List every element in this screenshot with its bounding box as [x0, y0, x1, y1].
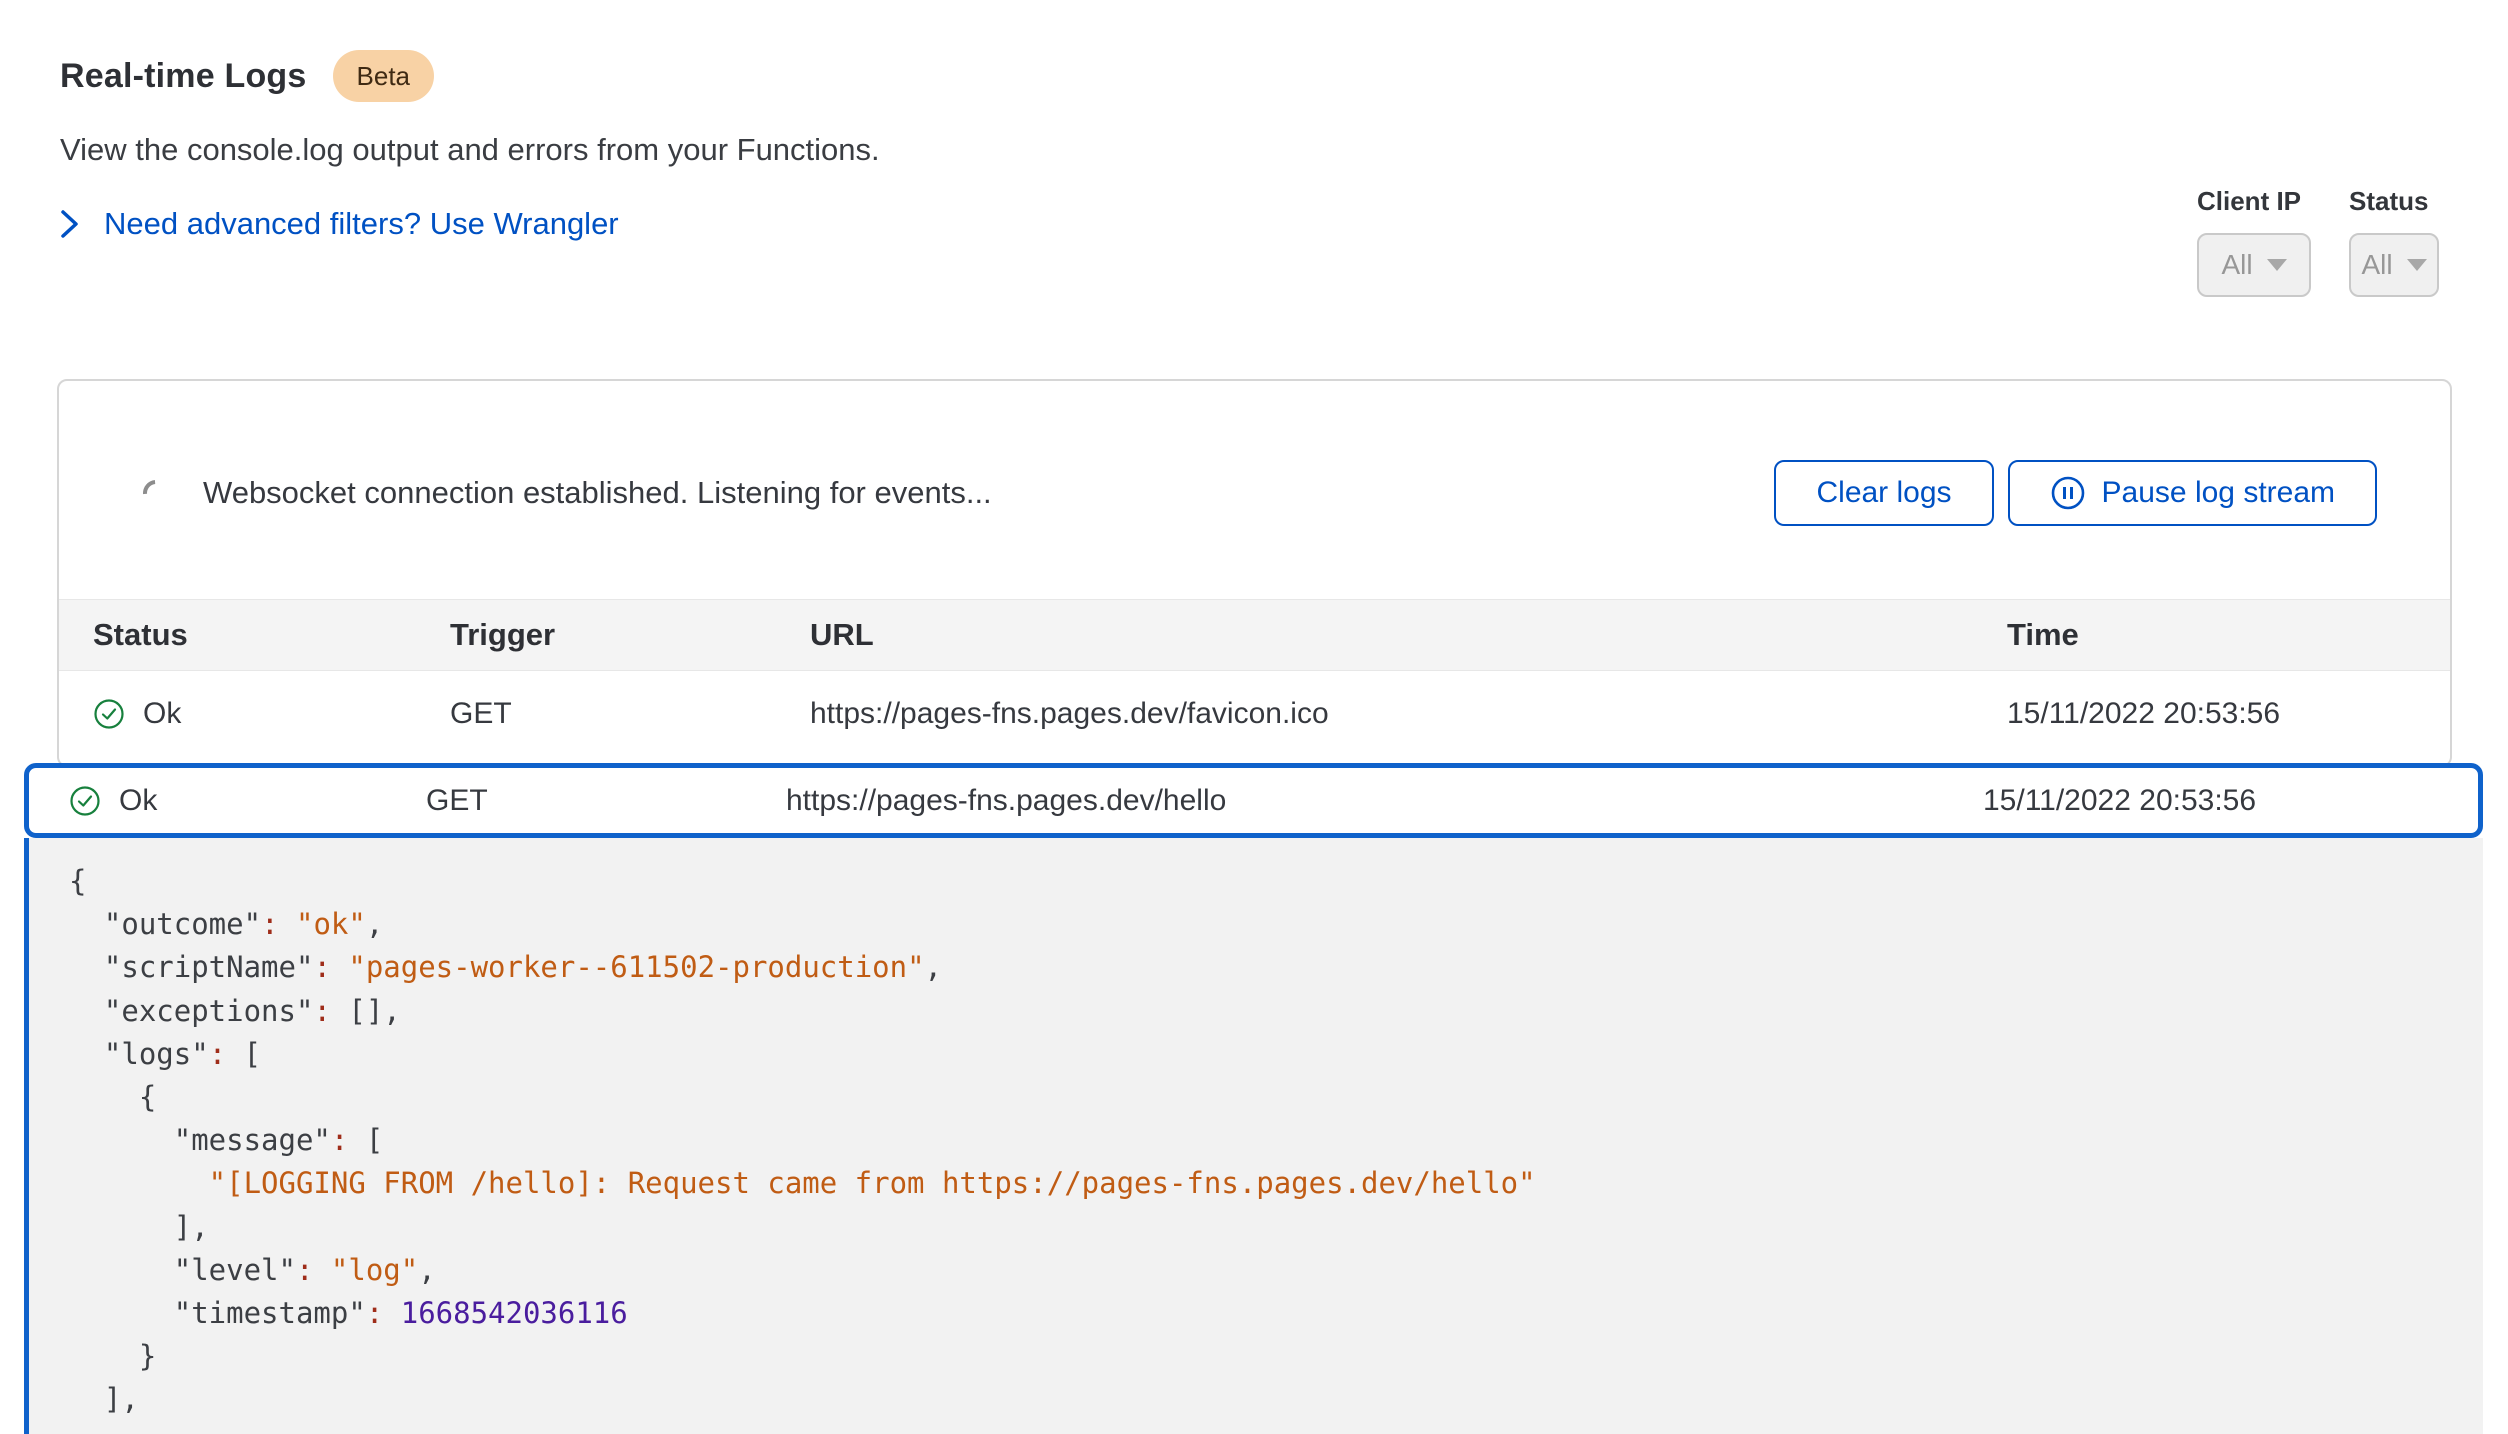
page-title: Real-time Logs	[60, 57, 307, 96]
filter-client-ip: Client IP All	[2197, 186, 2311, 297]
table-row[interactable]: Ok GET https://pages-fns.pages.dev/favic…	[59, 673, 2450, 755]
logs-panel: Websocket connection established. Listen…	[57, 379, 2452, 767]
table-header: Status Trigger URL Time	[59, 599, 2450, 671]
pause-log-stream-label: Pause log stream	[2102, 476, 2335, 510]
column-header-time: Time	[2007, 617, 2450, 653]
trigger-cell: GET	[426, 784, 786, 818]
column-header-url: URL	[810, 617, 2007, 653]
client-ip-dropdown[interactable]: All	[2197, 233, 2311, 297]
status-label: Status	[2349, 186, 2428, 217]
beta-badge: Beta	[333, 50, 435, 102]
clear-logs-label: Clear logs	[1816, 476, 1951, 510]
time-cell: 15/11/2022 20:53:56	[1983, 784, 2478, 818]
column-header-trigger: Trigger	[450, 617, 810, 653]
url-cell: https://pages-fns.pages.dev/favicon.ico	[810, 697, 2007, 731]
chevron-right-icon	[60, 208, 80, 240]
logs-toolbar: Websocket connection established. Listen…	[143, 460, 2377, 526]
expanded-entry-row[interactable]: Ok GET https://pages-fns.pages.dev/hello…	[24, 763, 2483, 838]
pause-log-stream-button[interactable]: Pause log stream	[2008, 460, 2377, 526]
pause-icon	[2050, 475, 2086, 511]
check-circle-icon	[69, 785, 101, 817]
status-text: Ok	[119, 784, 157, 818]
url-cell: https://pages-fns.pages.dev/hello	[786, 784, 1983, 818]
status-dropdown[interactable]: All	[2349, 233, 2439, 297]
wrangler-link-row[interactable]: Need advanced filters? Use Wrangler	[60, 206, 880, 242]
websocket-status: Websocket connection established. Listen…	[143, 475, 992, 511]
clear-logs-button[interactable]: Clear logs	[1774, 460, 1993, 526]
caret-down-icon	[2407, 259, 2427, 271]
websocket-status-text: Websocket connection established. Listen…	[203, 475, 992, 511]
page-subtitle: View the console.log output and errors f…	[60, 132, 880, 168]
client-ip-value: All	[2221, 249, 2252, 281]
time-cell: 15/11/2022 20:53:56	[2007, 697, 2450, 731]
client-ip-label: Client IP	[2197, 186, 2301, 217]
status-cell: Ok	[93, 697, 450, 731]
toolbar-buttons: Clear logs Pause log stream	[1774, 460, 2377, 526]
filter-status: Status All	[2349, 186, 2439, 297]
page-header: Real-time Logs Beta View the console.log…	[60, 50, 880, 242]
column-header-status: Status	[93, 617, 450, 653]
caret-down-icon	[2267, 259, 2287, 271]
filters: Client IP All Status All	[2197, 186, 2439, 297]
expanded-log-entry: Ok GET https://pages-fns.pages.dev/hello…	[24, 763, 2483, 1434]
title-row: Real-time Logs Beta	[60, 50, 880, 102]
status-value: All	[2361, 249, 2392, 281]
check-circle-icon	[93, 698, 125, 730]
status-cell: Ok	[69, 784, 426, 818]
status-text: Ok	[143, 697, 181, 731]
log-json-detail: { "outcome": "ok", "scriptName": "pages-…	[24, 838, 2483, 1434]
trigger-cell: GET	[450, 697, 810, 731]
wrangler-link[interactable]: Need advanced filters? Use Wrangler	[104, 206, 619, 242]
spinner-icon	[138, 475, 175, 512]
